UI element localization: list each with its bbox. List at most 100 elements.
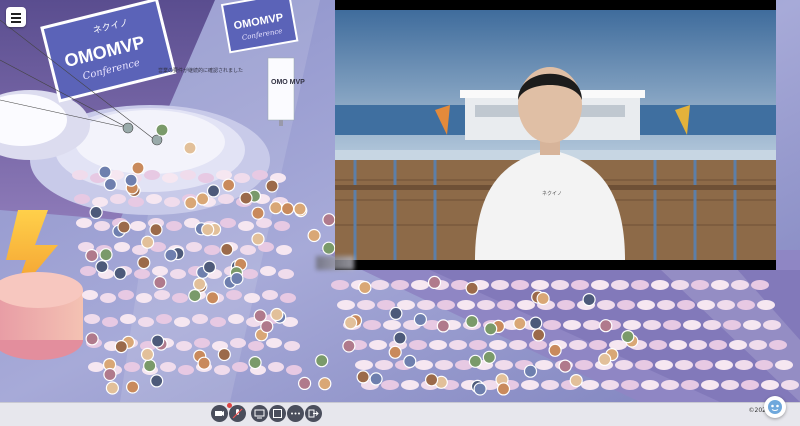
participant-avatar[interactable] xyxy=(293,202,307,216)
participant-avatar[interactable] xyxy=(473,382,487,396)
participant-avatar[interactable] xyxy=(137,256,151,270)
participant-avatar[interactable] xyxy=(582,293,596,307)
participant-avatar[interactable] xyxy=(98,165,112,179)
participant-avatar[interactable] xyxy=(281,202,295,216)
participant-avatar[interactable] xyxy=(251,206,265,220)
more-button[interactable] xyxy=(287,405,304,422)
help-button[interactable] xyxy=(764,396,786,418)
participant-avatar[interactable] xyxy=(206,291,220,305)
participant-avatar[interactable] xyxy=(393,331,407,345)
participant-avatar[interactable] xyxy=(193,277,207,291)
participant-avatar[interactable] xyxy=(569,374,583,388)
participant-avatar[interactable] xyxy=(155,123,169,137)
screen-share-button[interactable] xyxy=(251,405,268,422)
participant-avatar[interactable] xyxy=(548,343,562,357)
participant-avatar[interactable] xyxy=(202,260,217,274)
exit-button[interactable] xyxy=(305,405,322,422)
participant-avatar[interactable] xyxy=(103,177,118,191)
participant-avatar[interactable] xyxy=(413,312,427,327)
participant-avatar[interactable] xyxy=(140,347,155,361)
participant-avatar[interactable] xyxy=(164,248,178,262)
participant-avatar[interactable] xyxy=(201,223,215,237)
camera-toggle-button[interactable] xyxy=(211,405,228,422)
participant-avatar[interactable] xyxy=(298,376,312,390)
participant-avatar[interactable] xyxy=(468,354,482,368)
participant-avatar[interactable] xyxy=(105,381,120,395)
participant-avatar[interactable] xyxy=(260,319,274,334)
seat xyxy=(741,380,759,390)
participant-avatar[interactable] xyxy=(403,354,417,368)
participant-avatar[interactable] xyxy=(103,367,117,382)
participant-avatar[interactable] xyxy=(344,316,358,330)
participant-avatar[interactable] xyxy=(217,347,231,362)
participant-avatar[interactable] xyxy=(388,345,402,359)
participant-avatar[interactable] xyxy=(531,328,546,342)
participant-avatar[interactable] xyxy=(318,377,332,391)
seat xyxy=(110,194,126,204)
participant-avatar[interactable] xyxy=(253,309,267,323)
participant-avatar[interactable] xyxy=(358,280,372,295)
participant-avatar[interactable] xyxy=(143,359,157,373)
participant-avatar[interactable] xyxy=(153,275,167,290)
participant-avatar[interactable] xyxy=(269,201,283,215)
participant-avatar[interactable] xyxy=(230,271,244,286)
participant-avatar[interactable] xyxy=(465,314,479,329)
participant-avatar[interactable] xyxy=(315,354,329,368)
participant-avatar[interactable] xyxy=(484,322,498,336)
participant-avatar[interactable] xyxy=(85,249,99,263)
participant-avatar[interactable] xyxy=(239,191,253,205)
participant-avatar[interactable] xyxy=(183,141,197,155)
participant-avatar[interactable] xyxy=(131,161,145,175)
participant-avatar[interactable] xyxy=(113,266,127,280)
participant-avatar[interactable] xyxy=(196,192,210,206)
participant-avatar[interactable] xyxy=(621,330,635,344)
participant-avatar[interactable] xyxy=(89,205,103,219)
participant-avatar[interactable] xyxy=(206,184,221,198)
participant-avatar[interactable] xyxy=(558,359,572,373)
participant-avatar[interactable] xyxy=(126,380,140,394)
participant-avatar[interactable] xyxy=(307,228,321,243)
participant-avatar[interactable] xyxy=(513,316,527,331)
participant-avatar[interactable] xyxy=(188,289,202,303)
participant-avatar[interactable] xyxy=(220,242,234,256)
participant-avatar[interactable] xyxy=(496,382,511,396)
participant-avatar[interactable] xyxy=(389,306,403,320)
participant-avatar[interactable] xyxy=(85,332,99,346)
participant-avatar[interactable] xyxy=(95,260,109,274)
participant-avatar[interactable] xyxy=(151,334,165,348)
participant-avatar[interactable] xyxy=(356,370,370,384)
participant-avatar[interactable] xyxy=(150,374,164,388)
participant-avatar[interactable] xyxy=(251,232,265,246)
menu-button[interactable] xyxy=(6,7,26,27)
participant-avatar[interactable] xyxy=(342,339,356,353)
participant-avatar[interactable] xyxy=(529,316,543,330)
video-feed-panel[interactable]: ネクイノ xyxy=(335,0,776,270)
microphone-toggle-button[interactable] xyxy=(229,405,246,422)
participant-avatar[interactable] xyxy=(117,220,131,234)
participant-avatar[interactable] xyxy=(322,213,336,227)
participant-avatar[interactable] xyxy=(197,356,211,370)
participant-avatar[interactable] xyxy=(114,340,128,354)
participant-avatar[interactable] xyxy=(523,364,538,378)
participant-avatar[interactable] xyxy=(322,241,336,255)
participant-avatar[interactable] xyxy=(427,275,442,289)
participant-avatar[interactable] xyxy=(124,173,138,187)
participant-avatar[interactable] xyxy=(436,319,450,333)
participant-avatar[interactable] xyxy=(598,352,612,366)
participant-avatar[interactable] xyxy=(99,248,113,262)
participant-avatar[interactable] xyxy=(265,179,279,193)
participant-avatar[interactable] xyxy=(141,235,155,249)
virtual-venue[interactable]: ネクイノ OMOMVP Conference OMOMVP Conference… xyxy=(0,0,800,402)
participant-avatar[interactable] xyxy=(369,372,383,386)
participant-avatar[interactable] xyxy=(482,350,496,364)
participant-avatar[interactable] xyxy=(270,307,284,322)
participant-avatar[interactable] xyxy=(184,196,198,210)
participant-avatar[interactable] xyxy=(248,356,262,370)
participant-avatar[interactable] xyxy=(465,281,479,295)
participant-avatar[interactable] xyxy=(149,223,163,237)
participant-avatar[interactable] xyxy=(425,373,439,387)
participant-avatar[interactable] xyxy=(222,178,236,192)
video-button[interactable] xyxy=(269,405,286,422)
participant-avatar[interactable] xyxy=(599,319,613,333)
participant-avatar[interactable] xyxy=(536,291,550,306)
